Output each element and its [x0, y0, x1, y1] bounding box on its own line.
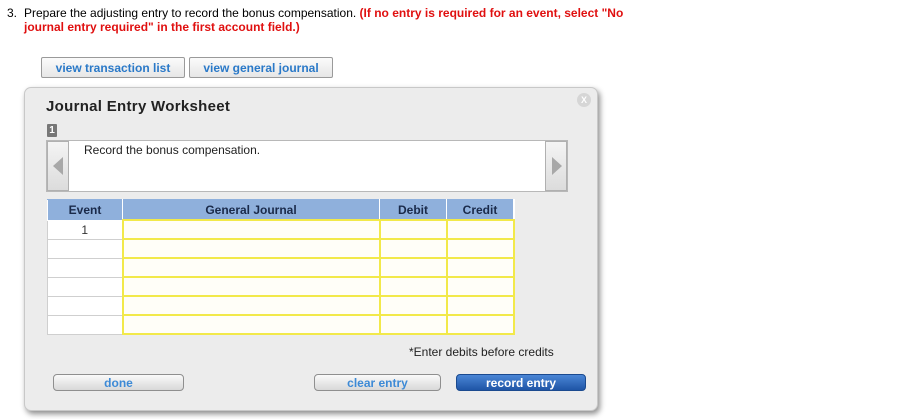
journal-entry-worksheet: Journal Entry Worksheet X 1 Record the b…: [24, 87, 598, 411]
column-general-journal: General Journal: [122, 199, 380, 221]
next-arrow-button[interactable]: [545, 141, 567, 191]
column-credit: Credit: [446, 199, 514, 221]
arrow-right-icon: [552, 157, 562, 175]
journal-table: Event General Journal Debit Credit 1: [47, 199, 515, 335]
event-cell: [47, 238, 123, 259]
debit-input[interactable]: [378, 276, 448, 297]
table-row: [47, 314, 515, 335]
table-header-row: Event General Journal Debit Credit: [47, 199, 514, 221]
view-general-journal-button[interactable]: view general journal: [189, 57, 333, 78]
table-row: [47, 238, 515, 259]
table-row: 1: [47, 219, 515, 240]
account-input[interactable]: [121, 314, 381, 335]
previous-arrow-button[interactable]: [47, 141, 69, 191]
credit-input[interactable]: [445, 276, 515, 297]
question-text: Prepare the adjusting entry to record th…: [24, 6, 357, 20]
table-row: [47, 257, 515, 278]
question-number: 3.: [7, 6, 18, 20]
clear-entry-button[interactable]: clear entry: [314, 374, 441, 391]
worksheet-title: Journal Entry Worksheet: [46, 98, 231, 115]
question: 3. Prepare the adjusting entry to record…: [7, 6, 627, 34]
event-cell: [47, 276, 123, 297]
account-input[interactable]: [121, 276, 381, 297]
debit-input[interactable]: [378, 314, 448, 335]
event-cell: [47, 257, 123, 278]
debits-note: *Enter debits before credits: [409, 345, 554, 359]
account-input[interactable]: [121, 295, 381, 316]
instruction-text: Record the bonus compensation.: [84, 143, 261, 157]
account-input[interactable]: [121, 238, 381, 259]
view-transaction-list-button[interactable]: view transaction list: [41, 57, 185, 78]
instruction-panel: Record the bonus compensation.: [46, 140, 568, 192]
table-row: [47, 295, 515, 316]
arrow-left-icon: [53, 157, 63, 175]
debit-input[interactable]: [378, 257, 448, 278]
debit-input[interactable]: [378, 238, 448, 259]
record-entry-button[interactable]: record entry: [456, 374, 586, 391]
credit-input[interactable]: [445, 219, 515, 240]
credit-input[interactable]: [445, 238, 515, 259]
column-event: Event: [47, 199, 123, 221]
credit-input[interactable]: [445, 295, 515, 316]
event-cell: 1: [47, 219, 123, 240]
close-icon[interactable]: X: [577, 93, 591, 107]
event-cell: [47, 295, 123, 316]
credit-input[interactable]: [445, 257, 515, 278]
column-debit: Debit: [379, 199, 447, 221]
table-row: [47, 276, 515, 297]
credit-input[interactable]: [445, 314, 515, 335]
done-button[interactable]: done: [53, 374, 184, 391]
step-badge[interactable]: 1: [47, 124, 57, 137]
account-input[interactable]: [121, 257, 381, 278]
event-cell: [47, 314, 123, 335]
debit-input[interactable]: [378, 295, 448, 316]
account-input[interactable]: [121, 219, 381, 240]
debit-input[interactable]: [378, 219, 448, 240]
